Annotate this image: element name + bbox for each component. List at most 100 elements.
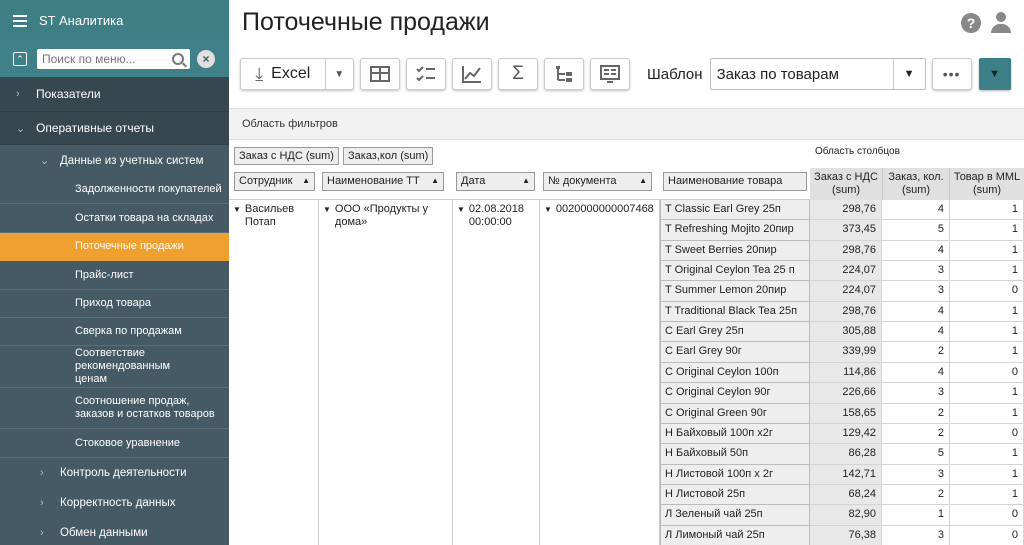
clear-search-icon[interactable]: ×: [197, 50, 215, 68]
column-header-mml[interactable]: Товар в MML (sum): [950, 168, 1024, 200]
row-header-store[interactable]: Наименование ТТ ▲: [322, 172, 444, 191]
order-vat-cell: 142,71: [810, 464, 882, 485]
sidebar-item-label: Оперативные отчеты: [36, 121, 154, 135]
chevron-down-icon[interactable]: ▼: [323, 205, 331, 214]
table-row[interactable]: C Original Ceylon 100п 114,86 4 0: [660, 362, 1024, 384]
sidebar-item-label: Соответствие рекомендованным ценам: [75, 347, 171, 385]
order-vat-cell: 68,24: [810, 484, 882, 506]
sidebar-item-point-sales[interactable]: Поточечные продажи: [0, 233, 229, 261]
table-icon: [370, 66, 390, 82]
table-row[interactable]: C Earl Grey 90г 339,99 2 1: [660, 342, 1024, 363]
sidebar-header: ST Аналитика: [0, 0, 229, 41]
table-row[interactable]: T Refreshing Mojito 20пир 373,45 5 1: [660, 220, 1024, 241]
help-icon[interactable]: ?: [961, 13, 981, 33]
chevron-down-icon[interactable]: ▼: [457, 205, 465, 214]
totals-button[interactable]: Σ: [498, 58, 538, 90]
table-row[interactable]: Н Листовой 100п х 2г 142,71 3 1: [660, 464, 1024, 485]
excel-label: Excel: [271, 65, 311, 82]
order-vat-cell: 298,76: [810, 240, 882, 262]
table-row[interactable]: Н Листовой 25п 68,24 2 1: [660, 484, 1024, 506]
menu-search-input[interactable]: [42, 52, 172, 66]
sort-asc-icon[interactable]: ▲: [639, 176, 647, 185]
sidebar-item-label: Данные из учетных систем: [60, 154, 204, 167]
sort-asc-icon[interactable]: ▲: [302, 176, 310, 185]
menu-search-field[interactable]: [37, 49, 190, 69]
product-name-cell: T Original Ceylon Tea 25 п: [660, 261, 810, 282]
sidebar-item-accounting-data[interactable]: ⌄ Данные из учетных систем: [0, 145, 229, 176]
sidebar-item-label: Показатели: [36, 87, 101, 101]
sidebar-item-indicators[interactable]: › Показатели: [0, 77, 229, 112]
sort-asc-icon[interactable]: ▲: [522, 176, 530, 185]
filters-area[interactable]: Область фильтров: [229, 108, 1024, 140]
row-header-date[interactable]: Дата ▲: [456, 172, 535, 191]
sidebar-item-data-correctness[interactable]: › Корректность данных: [0, 488, 229, 518]
page-title: Поточечные продажи: [242, 8, 490, 36]
template-select[interactable]: Заказ по товарам ▼: [709, 58, 926, 90]
main-content: Поточечные продажи ? ⤓ Excel ▼ Σ Шаблон …: [229, 0, 1024, 545]
chart-button[interactable]: [452, 58, 492, 90]
date-value: 02.08.2018 00:00:00: [468, 203, 524, 228]
table-row[interactable]: T Sweet Berries 20пир 298,76 4 1: [660, 240, 1024, 262]
chart-icon: [462, 66, 481, 83]
order-vat-cell: 305,88: [810, 322, 882, 343]
checklist-button[interactable]: [406, 58, 446, 90]
doc-value: 0020000000007468: [555, 203, 654, 215]
value-chip-order-vat[interactable]: Заказ с НДС (sum): [234, 147, 339, 165]
menu-icon[interactable]: [13, 14, 27, 27]
column-header-order-vat[interactable]: Заказ с НДС (sum): [810, 168, 883, 200]
sidebar-item-debts[interactable]: Задолженности покупателей: [0, 176, 229, 204]
table-row[interactable]: T Original Ceylon Tea 25 п 224,07 3 1: [660, 261, 1024, 282]
column-header-order-qty[interactable]: Заказ, кол. (sum): [883, 168, 950, 200]
sidebar-item-price-list[interactable]: Прайс-лист: [0, 261, 229, 290]
sort-asc-icon[interactable]: ▲: [431, 176, 439, 185]
row-header-doc[interactable]: № документа ▲: [543, 172, 652, 191]
template-menu-button[interactable]: ▼: [978, 58, 1011, 90]
order-qty-cell: 3: [882, 383, 950, 404]
mml-cell: 1: [950, 240, 1024, 262]
sidebar-item-operational-reports[interactable]: ⌄ Оперативные отчеты: [0, 112, 229, 145]
table-row[interactable]: C Earl Grey 25п 305,88 4 1: [660, 322, 1024, 343]
table-row[interactable]: C Original Green 90г 158,65 2 1: [660, 403, 1024, 424]
table-row[interactable]: C Original Ceylon 90г 226,66 3 1: [660, 383, 1024, 404]
excel-button-main[interactable]: ⤓ Excel: [241, 59, 326, 89]
excel-export-button[interactable]: ⤓ Excel ▼: [240, 58, 354, 90]
hierarchy-button[interactable]: [544, 58, 584, 90]
table-row[interactable]: T Summer Lemon 20пир 224,07 3 0: [660, 281, 1024, 302]
table-row[interactable]: Л Зеленый чай 25п 82,90 1 0: [660, 505, 1024, 526]
sidebar-item-data-exchange[interactable]: › Обмен данными: [0, 518, 229, 545]
mml-cell: 0: [950, 281, 1024, 302]
download-icon: ⤓: [255, 63, 264, 84]
table-view-button[interactable]: [360, 58, 400, 90]
table-row[interactable]: Л Лимоный чай 25п 76,38 3 0: [660, 525, 1024, 545]
table-row[interactable]: Н Байховый 50п 86,28 5 1: [660, 444, 1024, 465]
chevron-down-icon[interactable]: ▼: [326, 69, 354, 80]
sidebar-item-price-compliance[interactable]: Соответствие рекомендованным ценам: [0, 346, 229, 388]
search-icon[interactable]: [172, 53, 184, 65]
sidebar-item-sales-orders-stock[interactable]: Соотношение продаж, заказов и остатков т…: [0, 388, 229, 429]
sidebar-item-stock-equation[interactable]: Стоковое уравнение: [0, 429, 229, 458]
table-row[interactable]: Н Байховый 100п х2г 129,42 2 0: [660, 423, 1024, 445]
collapse-all-icon[interactable]: ⌃: [13, 52, 27, 66]
chevron-down-icon[interactable]: ▼: [544, 205, 552, 214]
sidebar-search-row: ⌃ ×: [0, 41, 229, 77]
sidebar-item-label: Обмен данными: [60, 527, 148, 539]
table-row[interactable]: T Traditional Black Tea 25п 298,76 4 1: [660, 301, 1024, 323]
more-options-button[interactable]: •••: [931, 58, 972, 90]
mml-cell: 1: [950, 484, 1024, 506]
table-row[interactable]: T Classic Earl Grey 25п 298,76 4 1: [660, 200, 1024, 221]
order-qty-cell: 2: [882, 342, 950, 363]
sidebar-item-sales-reconciliation[interactable]: Сверка по продажам: [0, 318, 229, 346]
sidebar-item-goods-receipt[interactable]: Приход товара: [0, 290, 229, 318]
chevron-down-icon[interactable]: ▼: [233, 205, 241, 214]
value-chip-order-qty[interactable]: Заказ,кол (sum): [343, 147, 434, 165]
row-header-employee[interactable]: Сотрудник ▲: [234, 172, 315, 191]
card-view-button[interactable]: [590, 58, 630, 90]
user-icon[interactable]: [991, 12, 1011, 34]
row-header-product[interactable]: Наименование товара: [663, 172, 807, 191]
sidebar-item-stock[interactable]: Остатки товара на складах: [0, 204, 229, 233]
order-vat-cell: 226,66: [810, 383, 882, 404]
order-vat-cell: 114,86: [810, 362, 882, 384]
chevron-down-icon[interactable]: ▼: [892, 59, 925, 89]
sidebar-item-activity-control[interactable]: › Контроль деятельности: [0, 458, 229, 488]
order-vat-cell: 82,90: [810, 505, 882, 526]
